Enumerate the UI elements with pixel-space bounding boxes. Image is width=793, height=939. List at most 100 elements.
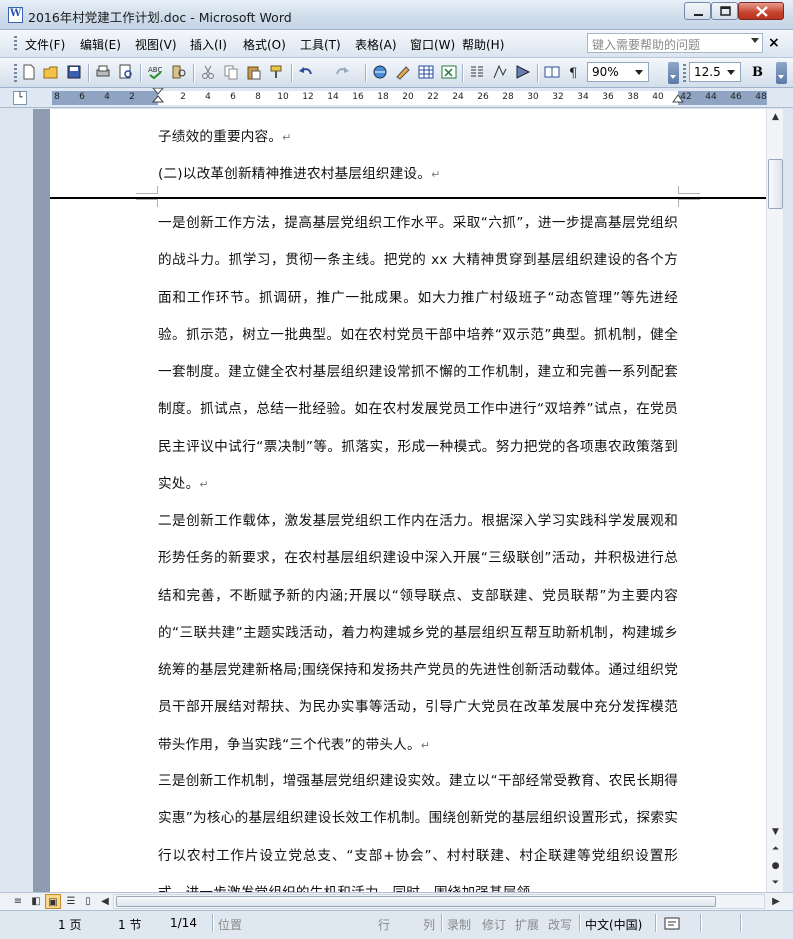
font-size-select[interactable]: 12.5	[689, 62, 741, 82]
research-icon[interactable]	[170, 63, 188, 81]
print-preview-icon[interactable]	[117, 63, 135, 81]
horizontal-scroll-thumb[interactable]	[116, 896, 716, 907]
normal-view-icon[interactable]: ≡	[10, 894, 26, 909]
print-layout-view-icon[interactable]: ▣	[45, 894, 61, 909]
close-window-button[interactable]	[738, 2, 784, 20]
menu-insert[interactable]: 插入(I)	[190, 36, 227, 53]
view-and-scroll-bar: ≡ ◧ ▣ ☰ ▯ ◀ ▶	[0, 892, 793, 910]
font-size-value: 12.5	[694, 65, 721, 79]
undo-icon[interactable]	[297, 63, 315, 81]
status-position: 位置	[218, 918, 243, 932]
insert-hyperlink-icon[interactable]	[371, 63, 389, 81]
chevron-down-icon[interactable]	[751, 38, 759, 43]
menu-file[interactable]: 文件(F)	[25, 36, 65, 53]
menu-format[interactable]: 格式(O)	[243, 36, 286, 53]
paragraph[interactable]: 三是创新工作机制，增强基层党组织建设实效。建立以“干部经常受教育、农民长期得实惠…	[158, 763, 678, 892]
document-page[interactable]: 子绩效的重要内容。↵ (二)以改革创新精神推进农村基层组织建设。↵ 一是创新工作…	[50, 109, 766, 892]
zoom-select[interactable]: 90%	[587, 62, 649, 82]
format-painter-icon[interactable]	[268, 63, 286, 81]
formatting-toolbar-grip[interactable]	[683, 64, 686, 82]
horizontal-ruler[interactable]: 8 6 4 2 2 4 6 8 10 12 14 16 18 20 22 24 …	[52, 88, 767, 108]
open-folder-icon[interactable]	[42, 63, 60, 81]
new-document-icon[interactable]	[20, 63, 38, 81]
show-hide-marks-icon[interactable]: ¶	[566, 63, 584, 81]
menu-edit[interactable]: 编辑(E)	[80, 36, 121, 53]
web-view-icon[interactable]: ◧	[28, 894, 44, 909]
scroll-left-button[interactable]: ◀	[97, 894, 113, 909]
outline-view-icon[interactable]: ☰	[63, 894, 79, 909]
menu-tools[interactable]: 工具(T)	[300, 36, 341, 53]
toolbar-grip[interactable]	[14, 64, 17, 82]
next-page-button[interactable]: ⏷	[767, 875, 784, 892]
status-overtype[interactable]: 改写	[548, 916, 572, 933]
copy-icon[interactable]	[222, 63, 240, 81]
document-map-icon[interactable]	[514, 63, 532, 81]
read-mode-icon[interactable]	[543, 63, 561, 81]
chevron-down-icon[interactable]	[632, 66, 646, 79]
redo-icon[interactable]	[333, 63, 351, 81]
status-extend[interactable]: 扩展	[515, 916, 539, 933]
menu-table[interactable]: 表格(A)	[355, 36, 397, 53]
status-language: 中文(中国)	[585, 918, 643, 932]
section-heading[interactable]: (二)以改革创新精神推进农村基层组织建设。↵	[158, 156, 678, 193]
page-corner-mark	[136, 186, 158, 194]
paragraph[interactable]: 子绩效的重要内容。↵	[158, 119, 678, 156]
spelling-check-icon[interactable]: ABC	[146, 63, 164, 81]
columns-icon[interactable]	[468, 63, 486, 81]
tables-borders-icon[interactable]	[394, 63, 412, 81]
ruler-label: 8	[255, 92, 261, 102]
toolbar-options-button[interactable]	[668, 62, 679, 84]
maximize-button[interactable]	[711, 2, 738, 20]
select-browse-object-button[interactable]: ●	[767, 858, 784, 875]
vertical-ruler[interactable]	[33, 109, 50, 892]
indent-marker-icon[interactable]	[152, 88, 164, 108]
menubar-grip[interactable]	[14, 36, 17, 52]
minimize-button[interactable]	[684, 2, 711, 20]
ruler-label: 22	[427, 92, 439, 102]
chevron-down-icon[interactable]	[724, 66, 738, 79]
vertical-scrollbar[interactable]: ▲ ▼ ⏶ ● ⏷	[766, 109, 783, 892]
ruler-label: 12	[302, 92, 314, 102]
ruler-label: 36	[602, 92, 614, 102]
print-icon[interactable]	[94, 63, 112, 81]
scroll-up-button[interactable]: ▲	[767, 109, 784, 126]
status-section: 1 节	[118, 918, 142, 932]
formatting-options-button[interactable]	[776, 62, 787, 84]
paste-icon[interactable]	[245, 63, 263, 81]
document-close-button[interactable]: ×	[768, 35, 780, 51]
paragraph[interactable]: 二是创新工作载体，激发基层党组织工作内在活力。根据深入学习实践科学发展观和形势任…	[158, 503, 678, 764]
insert-table-icon[interactable]	[417, 63, 435, 81]
ruler-label: 10	[277, 92, 289, 102]
right-indent-marker-icon[interactable]	[672, 95, 684, 107]
drawing-icon[interactable]	[491, 63, 509, 81]
bold-button[interactable]: B	[752, 65, 763, 80]
status-record[interactable]: 录制	[447, 916, 471, 933]
vertical-scroll-thumb[interactable]	[768, 159, 783, 209]
previous-page-button[interactable]: ⏶	[767, 841, 784, 858]
paragraph-mark: ↵	[431, 168, 441, 181]
window-title: 2016年村党建工作计划.doc - Microsoft Word	[28, 10, 292, 25]
help-question-input[interactable]: 键入需要帮助的问题	[587, 33, 763, 53]
ruler-label: 26	[477, 92, 489, 102]
menu-view[interactable]: 视图(V)	[135, 36, 177, 53]
cut-icon[interactable]	[199, 63, 217, 81]
menu-help[interactable]: 帮助(H)	[462, 36, 504, 53]
maximize-icon	[720, 6, 731, 16]
word-app-icon[interactable]	[8, 7, 23, 23]
help-placeholder: 键入需要帮助的问题	[592, 38, 701, 52]
status-column: 列	[423, 918, 436, 932]
paragraph-text: 子绩效的重要内容。	[158, 129, 283, 145]
horizontal-scrollbar[interactable]	[113, 894, 765, 909]
paragraph[interactable]: 一是创新工作方法，提高基层党组织工作水平。采取“六抓”，进一步提高基层党组织的战…	[158, 205, 678, 503]
tab-selector[interactable]: └	[13, 91, 27, 105]
save-icon[interactable]	[65, 63, 83, 81]
ruler-label: 32	[552, 92, 564, 102]
spelling-status-icon[interactable]	[664, 917, 682, 931]
scroll-right-button[interactable]: ▶	[768, 894, 784, 909]
status-track-changes[interactable]: 修订	[482, 916, 506, 933]
menu-window[interactable]: 窗口(W)	[410, 36, 455, 53]
scroll-down-button[interactable]: ▼	[767, 824, 784, 841]
reading-view-icon[interactable]: ▯	[80, 894, 96, 909]
status-bar: 1 页 1 节 1/14 位置 行 列 录制 修订 扩展 改写 中文(中国)	[0, 910, 793, 939]
insert-excel-icon[interactable]	[440, 63, 458, 81]
